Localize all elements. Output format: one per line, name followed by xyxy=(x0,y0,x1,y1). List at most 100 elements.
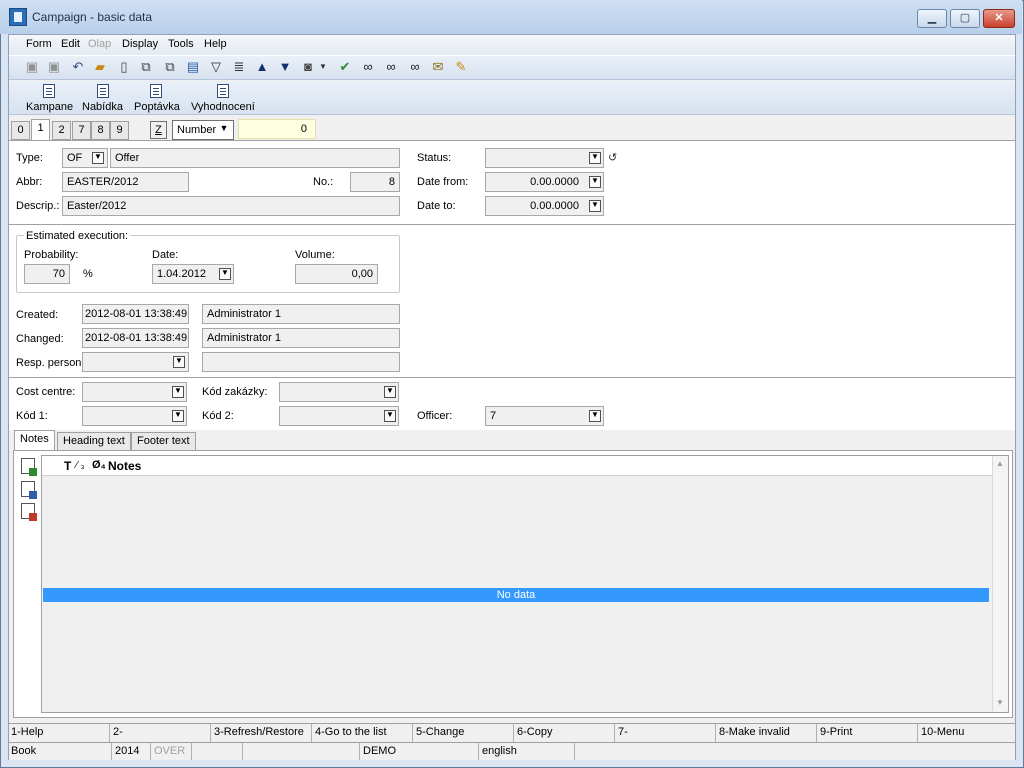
fkey-7[interactable]: 7- xyxy=(616,724,716,742)
save-icon[interactable]: ▣ xyxy=(24,59,40,75)
cost-centre-dropdown-icon[interactable]: ▼ xyxy=(172,386,184,398)
menu-bar xyxy=(9,35,1015,55)
date-from-dropdown-icon[interactable]: ▼ xyxy=(589,176,601,188)
officer-dropdown-icon[interactable]: ▼ xyxy=(589,410,601,422)
fkey-3[interactable]: 3-Refresh/Restore xyxy=(212,724,312,742)
col-fraction-header[interactable]: ⁄ ₃ xyxy=(76,460,85,471)
mail-icon[interactable]: ✉ xyxy=(430,59,446,75)
page-tab-2[interactable]: 2 xyxy=(52,121,71,140)
fkey-1[interactable]: 1-Help xyxy=(9,724,110,742)
kod-zakazky-dropdown-icon[interactable]: ▼ xyxy=(384,386,396,398)
edit-note-icon[interactable] xyxy=(21,481,37,499)
menu-help[interactable]: Help xyxy=(204,38,227,50)
date-to-dropdown-icon[interactable]: ▼ xyxy=(589,200,601,212)
col-phi-header[interactable]: Ø₄ xyxy=(92,459,106,471)
page-tab-7[interactable]: 7 xyxy=(72,121,91,140)
kod-zakazky-select[interactable] xyxy=(279,382,399,402)
notes-grid-header: T ⁄ ₃ Ø₄ Notes xyxy=(42,456,992,476)
fkey-6[interactable]: 6-Copy xyxy=(515,724,615,742)
arrow-up-icon[interactable]: ▲ xyxy=(254,59,270,75)
col-type-header[interactable]: T xyxy=(64,459,71,473)
z-button[interactable]: Z xyxy=(150,121,167,139)
find-next-icon[interactable]: ∞ xyxy=(383,59,399,75)
probability-field[interactable]: 70 xyxy=(24,264,70,284)
camera-icon[interactable]: ◙ xyxy=(300,59,316,75)
fkey-5[interactable]: 5-Change xyxy=(414,724,514,742)
title-bar[interactable] xyxy=(0,0,1022,34)
type-dropdown-icon[interactable]: ▼ xyxy=(92,152,104,164)
find-all-icon[interactable]: ∞ xyxy=(407,59,423,75)
link-poptavka[interactable]: Poptávka xyxy=(134,101,180,113)
status-over: OVER xyxy=(152,743,192,760)
paste-document-icon[interactable]: ⧉ xyxy=(162,59,178,75)
refresh-icon[interactable]: ↺ xyxy=(608,151,617,164)
new-document-icon[interactable]: ▯ xyxy=(116,59,132,75)
kod2-select[interactable] xyxy=(279,406,399,426)
separator xyxy=(9,224,1015,225)
kod2-dropdown-icon[interactable]: ▼ xyxy=(384,410,396,422)
page-tab-1[interactable]: 1 xyxy=(31,119,50,140)
nabidka-document-icon xyxy=(97,84,109,98)
binoculars-icon[interactable]: ∞ xyxy=(360,59,376,75)
minimize-button[interactable]: ▁ xyxy=(917,9,947,28)
maximize-button[interactable]: ▢ xyxy=(950,9,980,28)
status-dropdown-icon[interactable]: ▼ xyxy=(589,152,601,164)
resp-person-dropdown-icon[interactable]: ▼ xyxy=(173,356,185,368)
no-field[interactable]: 8 xyxy=(350,172,400,192)
close-button[interactable]: ✕ xyxy=(983,9,1015,28)
abbr-field[interactable]: EASTER/2012 xyxy=(62,172,189,192)
menu-display[interactable]: Display xyxy=(122,38,158,50)
fkey-4[interactable]: 4-Go to the list xyxy=(313,724,413,742)
dropdown-arrow-icon[interactable]: ▼ xyxy=(318,59,328,75)
edit-note-icon[interactable]: ✎ xyxy=(453,59,469,75)
link-kampane[interactable]: Kampane xyxy=(26,101,73,113)
col-notes-header[interactable]: Notes xyxy=(108,459,141,473)
kod1-dropdown-icon[interactable]: ▼ xyxy=(172,410,184,422)
tab-heading-text[interactable]: Heading text xyxy=(57,432,131,450)
link-vyhodnoceni[interactable]: Vyhodnocení xyxy=(191,101,255,113)
scroll-up-icon[interactable]: ▲ xyxy=(996,459,1004,468)
scroll-down-icon[interactable]: ▼ xyxy=(996,698,1004,707)
officer-select[interactable]: 7 xyxy=(485,406,604,426)
menu-form[interactable]: Form xyxy=(26,38,52,50)
fkey-8[interactable]: 8-Make invalid xyxy=(717,724,817,742)
date-to-field[interactable]: 0.00.0000 xyxy=(485,196,604,216)
est-date-dropdown-icon[interactable]: ▼ xyxy=(219,268,231,280)
fkey-9[interactable]: 9-Print xyxy=(818,724,918,742)
filter-icon[interactable]: ▽ xyxy=(208,59,224,75)
save-as-icon[interactable]: ▣ xyxy=(46,59,62,75)
status-select[interactable] xyxy=(485,148,604,168)
export-icon[interactable]: ✔ xyxy=(337,59,353,75)
page-tab-0[interactable]: 0 xyxy=(11,121,30,140)
filter-list-icon[interactable]: ≣ xyxy=(231,59,247,75)
open-folder-icon[interactable]: ▰ xyxy=(92,59,108,75)
kod2-label: Kód 2: xyxy=(202,410,234,422)
arrow-down-icon[interactable]: ▼ xyxy=(277,59,293,75)
page-tab-8[interactable]: 8 xyxy=(91,121,110,140)
fkey-2[interactable]: 2- xyxy=(111,724,211,742)
tab-notes[interactable]: Notes xyxy=(14,430,55,450)
type-label: Type: xyxy=(16,152,43,164)
number-search-input[interactable]: 0 xyxy=(238,119,316,139)
menu-edit[interactable]: Edit xyxy=(61,38,80,50)
date-from-field[interactable]: 0.00.0000 xyxy=(485,172,604,192)
copy-document-icon[interactable]: ⧉ xyxy=(138,59,154,75)
menu-tools[interactable]: Tools xyxy=(168,38,194,50)
delete-note-icon[interactable] xyxy=(21,503,37,521)
volume-field[interactable]: 0,00 xyxy=(295,264,378,284)
fkey-10[interactable]: 10-Menu xyxy=(919,724,1015,742)
add-note-icon[interactable] xyxy=(21,458,37,476)
percent-label: % xyxy=(83,268,93,280)
link-nabidka[interactable]: Nabídka xyxy=(82,101,123,113)
chevron-down-icon[interactable]: ▼ xyxy=(218,124,230,136)
officer-label: Officer: xyxy=(417,410,453,422)
page-tab-9[interactable]: 9 xyxy=(110,121,129,140)
tab-footer-text[interactable]: Footer text xyxy=(131,432,196,450)
book-icon[interactable]: ▤ xyxy=(185,59,201,75)
changed-label: Changed: xyxy=(16,333,64,345)
vertical-scrollbar[interactable]: ▲ ▼ xyxy=(992,456,1008,712)
vyhodnoceni-document-icon xyxy=(217,84,229,98)
descrip-field[interactable]: Easter/2012 xyxy=(62,196,400,216)
undo-icon[interactable]: ↶ xyxy=(70,59,86,75)
estimated-execution-title: Estimated execution: xyxy=(24,230,131,242)
